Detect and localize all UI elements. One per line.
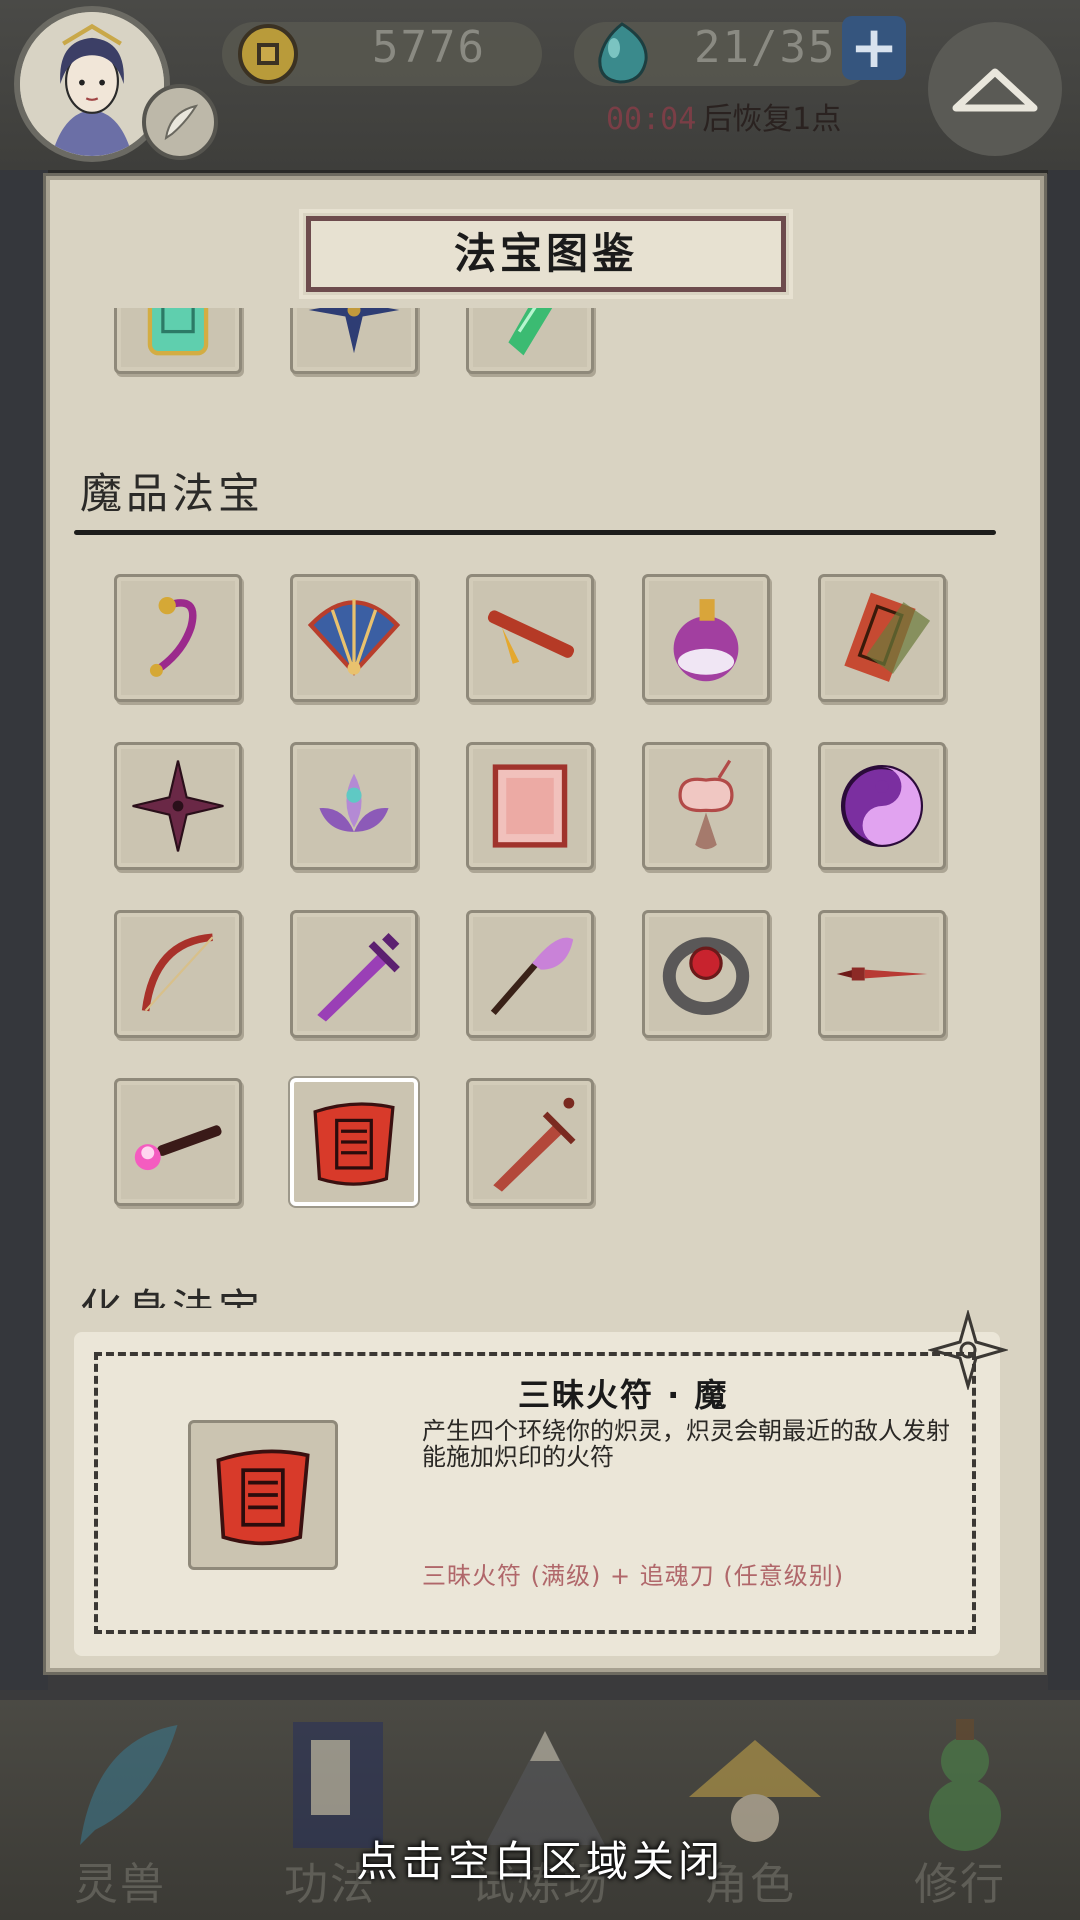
codex-scroll-area[interactable]: 魔品法宝 化身法宝 xyxy=(50,308,1040,1308)
stamina-drop-icon xyxy=(598,22,648,84)
treasure-slot[interactable] xyxy=(818,910,946,1038)
treasure-slot[interactable] xyxy=(114,742,242,870)
treasure-slot[interactable] xyxy=(466,1078,594,1206)
scroll-jade-icon xyxy=(147,308,209,356)
treasure-slot[interactable] xyxy=(114,574,242,702)
shuriken-icon xyxy=(132,760,224,852)
treasure-detail-panel: 三昧火符 · 魔 产生四个环绕你的炽灵，炽灵会朝最近的敌人发射能施加炽印的火符 … xyxy=(74,1310,1008,1656)
detail-item-slot xyxy=(188,1420,338,1570)
next-section-title: 化身法宝 xyxy=(80,1276,264,1308)
stamina-count: 21/35 xyxy=(694,22,837,73)
sword-purple-icon xyxy=(317,932,400,1022)
gourd-purple-icon xyxy=(673,599,739,682)
treasure-codex-dialog: 法宝图鉴 魔品法宝 化身法宝 三昧火符 · 魔 xyxy=(46,176,1044,1672)
detail-name: 三昧火符 · 魔 xyxy=(518,1376,729,1414)
chevron-up-icon xyxy=(952,68,1038,112)
cloud-pendant-icon xyxy=(678,759,734,850)
flute-icon xyxy=(487,610,575,664)
coin-count: 5776 xyxy=(372,22,486,73)
red-scroll-icon xyxy=(216,1449,310,1546)
recover-label: 后恢复1点 xyxy=(702,102,842,137)
treasure-slot[interactable] xyxy=(114,1078,242,1206)
section-divider xyxy=(74,530,996,535)
section-title: 魔品法宝 xyxy=(80,469,265,518)
coin-icon xyxy=(238,24,298,84)
ring-icon xyxy=(662,937,750,1016)
background-left xyxy=(0,170,48,1690)
treasure-slot[interactable] xyxy=(466,910,594,1038)
detail-frame: 三昧火符 · 魔 产生四个环绕你的炽灵，炽灵会朝最近的敌人发射能施加炽印的火符 … xyxy=(94,1352,976,1634)
recover-timer: 00:04 后恢复1点 xyxy=(606,94,841,138)
lotus-icon xyxy=(319,773,389,832)
treasure-slot[interactable] xyxy=(818,574,946,702)
feather-badge-icon[interactable] xyxy=(142,84,218,160)
seal-red-icon xyxy=(492,764,568,848)
treasure-slot[interactable] xyxy=(290,1078,418,1206)
treasure-slot[interactable] xyxy=(290,742,418,870)
treasure-slot[interactable] xyxy=(290,308,418,374)
treasure-slot[interactable] xyxy=(290,574,418,702)
red-scroll-icon xyxy=(313,1102,395,1186)
recover-time: 00:04 xyxy=(606,102,697,137)
rope-icon xyxy=(149,596,197,677)
yinyang-icon xyxy=(840,764,924,848)
treasure-slot[interactable] xyxy=(114,910,242,1038)
treasure-slot[interactable] xyxy=(466,742,594,870)
bow-icon xyxy=(141,933,214,1012)
add-stamina-button[interactable]: + xyxy=(842,16,906,80)
dagger-icon xyxy=(836,967,928,981)
dialog-title: 法宝图鉴 xyxy=(303,213,789,295)
treasure-slot[interactable] xyxy=(466,574,594,702)
red-sword-icon xyxy=(493,1097,576,1192)
close-hint[interactable]: 点击空白区域关闭 xyxy=(0,1828,1080,1889)
fan-icon xyxy=(307,599,401,676)
collapse-button[interactable] xyxy=(928,22,1062,156)
treasure-slot[interactable] xyxy=(114,308,242,374)
shuriken-blue-icon xyxy=(308,308,400,354)
avatar-portrait-icon xyxy=(20,12,164,156)
treasure-slot[interactable] xyxy=(642,910,770,1038)
treasure-slot[interactable] xyxy=(290,910,418,1038)
treasure-slot[interactable] xyxy=(466,308,594,374)
top-bar: 5776 21/35 + 00:04 后恢复1点 xyxy=(0,0,1080,174)
treasure-slot[interactable] xyxy=(642,574,770,702)
detail-description: 产生四个环绕你的炽灵，炽灵会朝最近的敌人发射能施加炽印的火符 xyxy=(422,1417,950,1471)
whisk-icon xyxy=(490,937,574,1016)
fire-talisman-icon xyxy=(844,592,931,682)
treasure-slot[interactable] xyxy=(642,742,770,870)
detail-recipe: 三昧火符 (满级) + 追魂刀 (任意级别) xyxy=(422,1562,845,1590)
jade-talisman-icon xyxy=(508,308,553,356)
background-right xyxy=(1048,170,1080,1690)
fire-torch-icon xyxy=(134,1125,222,1171)
treasure-slot[interactable] xyxy=(818,742,946,870)
